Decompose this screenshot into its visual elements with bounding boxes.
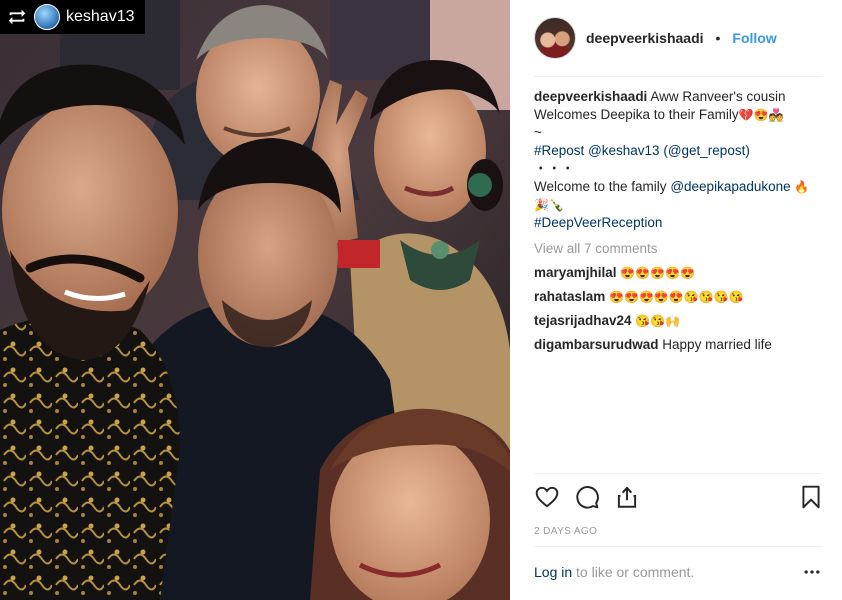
repost-hashtag-link[interactable]: #Repost	[534, 143, 584, 158]
caption-username[interactable]: deepveerkishaadi	[534, 89, 647, 104]
comment-item: rahataslam 😍😍😍😍😍😘😘😘😘	[534, 288, 824, 306]
login-prompt: Log in to like or comment.	[534, 564, 824, 580]
share-icon[interactable]	[614, 484, 640, 510]
comment-item: maryamjhilal 😍😍😍😍😍	[534, 264, 824, 282]
post-username[interactable]: deepveerkishaadi	[586, 30, 704, 46]
caption-dots: ・・・	[534, 161, 575, 176]
comment-text: 😍😍😍😍😍	[620, 266, 696, 280]
repost-tag: keshav13	[0, 0, 145, 34]
view-all-comments-link[interactable]: View all 7 comments	[534, 240, 824, 258]
repost-source-link[interactable]: (@get_repost)	[663, 143, 750, 158]
login-rest-text: to like or comment.	[572, 564, 695, 580]
hashtag-link[interactable]: #DeepVeerReception	[534, 215, 662, 230]
avatar[interactable]	[534, 17, 576, 59]
comment-icon[interactable]	[574, 484, 600, 510]
login-link[interactable]: Log in	[534, 564, 572, 580]
comment-text: 😍😍😍😍😍😘😘😘😘	[609, 290, 744, 304]
caption-tilde: ~	[534, 125, 542, 140]
post-side-panel: deepveerkishaadi • Follow deepveerkishaa…	[510, 0, 842, 600]
post-header: deepveerkishaadi • Follow	[534, 17, 826, 59]
separator-dot: •	[715, 30, 721, 46]
comments-section: deepveerkishaadi Aww Ranveer's cousin We…	[534, 88, 824, 354]
comment-username[interactable]: digambarsurudwad	[534, 337, 659, 352]
repost-avatar	[34, 4, 60, 30]
heart-icon[interactable]	[534, 484, 560, 510]
caption-emojis: 💔😍💑	[738, 108, 784, 122]
repost-mention-link[interactable]: @keshav13	[588, 143, 660, 158]
post-photo[interactable]: keshav13	[0, 0, 510, 600]
comment-item: tejasrijadhav24 😘😘🙌	[534, 312, 824, 330]
caption: deepveerkishaadi Aww Ranveer's cousin We…	[534, 88, 824, 232]
post-timestamp: 2 DAYS AGO	[534, 526, 598, 537]
follow-button[interactable]: Follow	[732, 30, 776, 46]
header-divider	[534, 76, 822, 77]
bookmark-icon[interactable]	[798, 484, 824, 510]
comment-username[interactable]: tejasrijadhav24	[534, 313, 632, 328]
deepika-mention-link[interactable]: @deepikapadukone	[670, 179, 790, 194]
comment-username[interactable]: rahataslam	[534, 289, 605, 304]
repost-icon	[8, 9, 26, 25]
comment-text: 😘😘🙌	[635, 314, 681, 328]
repost-username: keshav13	[66, 8, 135, 25]
bottom-divider	[534, 546, 822, 547]
comment-item: digambarsurudwad Happy married life	[534, 336, 824, 354]
action-bar	[534, 484, 824, 512]
comment-text: Happy married life	[662, 337, 772, 352]
welcome-text: Welcome to the family	[534, 179, 667, 194]
comment-username[interactable]: maryamjhilal	[534, 265, 617, 280]
actions-divider	[534, 473, 822, 474]
selfie-image	[0, 0, 510, 600]
more-options-icon[interactable]	[802, 562, 822, 582]
